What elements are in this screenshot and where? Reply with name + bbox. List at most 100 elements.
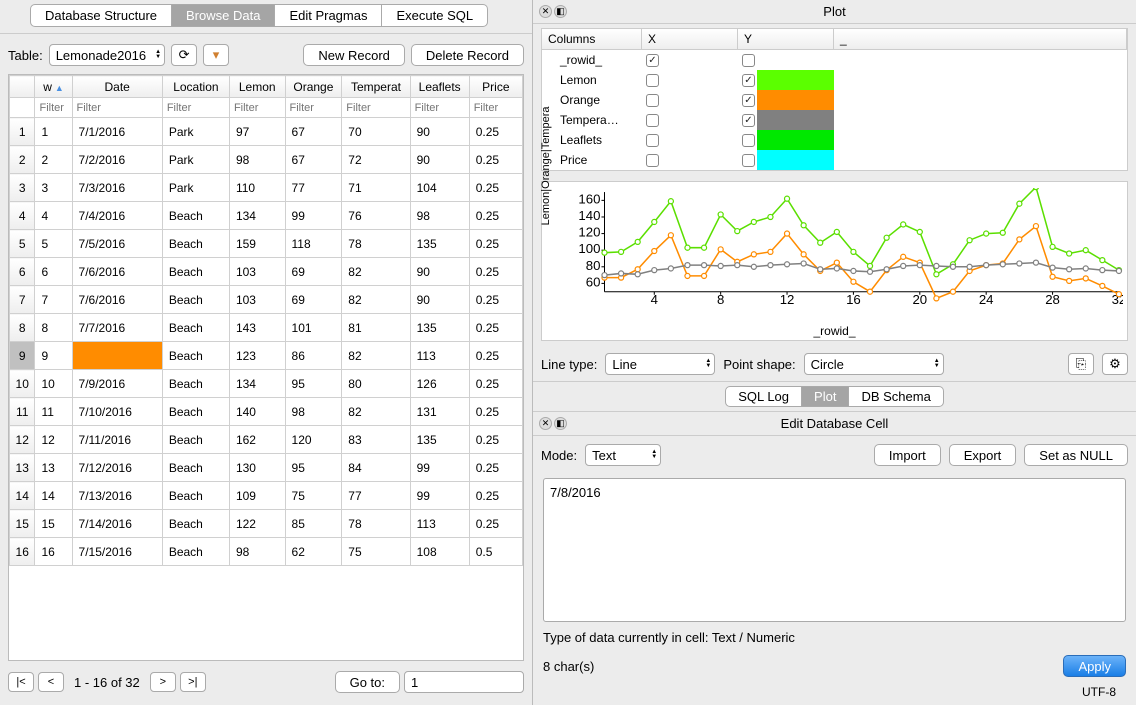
table-cell[interactable]: 7/11/2016 (72, 426, 162, 454)
mode-select[interactable]: Text ▲▼ (585, 444, 661, 466)
table-cell[interactable]: 75 (342, 538, 410, 566)
table-cell[interactable]: 7/9/2016 (72, 370, 162, 398)
table-cell[interactable]: 67 (285, 146, 342, 174)
table-cell[interactable]: 78 (342, 230, 410, 258)
table-cell[interactable]: 90 (410, 118, 469, 146)
column-header[interactable]: Lemon (229, 76, 285, 98)
table-cell[interactable]: 126 (410, 370, 469, 398)
table-cell[interactable]: 7/10/2016 (72, 398, 162, 426)
panel-close-icon[interactable]: ✕ (539, 5, 552, 18)
table-cell[interactable]: 97 (229, 118, 285, 146)
table-cell[interactable]: 75 (285, 482, 342, 510)
filter-input[interactable] (73, 100, 162, 116)
table-cell[interactable]: 108 (410, 538, 469, 566)
table-cell[interactable]: 0.25 (469, 286, 522, 314)
table-row[interactable]: 777/6/2016Beach1036982900.25 (10, 286, 523, 314)
table-cell[interactable]: 82 (342, 342, 410, 370)
table-cell[interactable]: Beach (162, 314, 229, 342)
table-row[interactable]: 13137/12/2016Beach1309584990.25 (10, 454, 523, 482)
filter-input[interactable] (163, 100, 229, 116)
table-cell[interactable]: 84 (342, 454, 410, 482)
color-swatch[interactable] (757, 130, 834, 150)
table-cell[interactable]: 76 (342, 202, 410, 230)
subtab-plot[interactable]: Plot (802, 386, 849, 407)
table-cell[interactable]: 104 (410, 174, 469, 202)
x-checkbox[interactable] (646, 94, 659, 107)
filter-input[interactable] (35, 100, 71, 116)
filter-input[interactable] (230, 100, 285, 116)
panel-detach-icon[interactable]: ◧ (554, 5, 567, 18)
table-cell[interactable]: 0.25 (469, 426, 522, 454)
table-cell[interactable]: 83 (342, 426, 410, 454)
color-swatch[interactable] (757, 70, 834, 90)
table-cell[interactable]: 95 (285, 370, 342, 398)
table-cell[interactable]: Beach (162, 482, 229, 510)
filter-input[interactable] (470, 100, 522, 116)
table-cell[interactable]: 0.25 (469, 510, 522, 538)
table-cell[interactable]: 103 (229, 286, 285, 314)
table-cell[interactable]: 98 (229, 146, 285, 174)
table-cell[interactable]: 78 (342, 510, 410, 538)
table-cell[interactable]: 7/7/2016 (72, 314, 162, 342)
table-cell[interactable]: 134 (229, 370, 285, 398)
nav-next-button[interactable]: > (150, 672, 176, 692)
goto-button[interactable]: Go to: (335, 671, 400, 693)
table-cell[interactable]: 7/4/2016 (72, 202, 162, 230)
table-cell[interactable]: 62 (285, 538, 342, 566)
table-cell[interactable]: 86 (285, 342, 342, 370)
delete-record-button[interactable]: Delete Record (411, 44, 524, 66)
subtab-db-schema[interactable]: DB Schema (849, 386, 943, 407)
table-cell[interactable] (72, 342, 162, 370)
table-cell[interactable]: 109 (229, 482, 285, 510)
table-cell[interactable]: 0.25 (469, 230, 522, 258)
table-cell[interactable]: Beach (162, 510, 229, 538)
table-cell[interactable]: 143 (229, 314, 285, 342)
table-cell[interactable]: 95 (285, 454, 342, 482)
table-cell[interactable]: 98 (229, 538, 285, 566)
table-cell[interactable]: 7/5/2016 (72, 230, 162, 258)
table-cell[interactable]: 99 (410, 482, 469, 510)
tab-database-structure[interactable]: Database Structure (30, 4, 172, 27)
table-cell[interactable]: Park (162, 174, 229, 202)
table-cell[interactable]: 70 (342, 118, 410, 146)
table-cell[interactable]: 15 (35, 510, 72, 538)
table-cell[interactable]: 82 (342, 398, 410, 426)
filter-input[interactable] (342, 100, 409, 116)
table-cell[interactable]: 6 (35, 258, 72, 286)
table-cell[interactable]: 131 (410, 398, 469, 426)
y-checkbox[interactable] (742, 74, 755, 87)
table-cell[interactable]: 0.25 (469, 482, 522, 510)
table-cell[interactable]: 99 (285, 202, 342, 230)
table-cell[interactable]: 90 (410, 286, 469, 314)
table-cell[interactable]: 0.25 (469, 454, 522, 482)
column-header[interactable]: Leaflets (410, 76, 469, 98)
table-cell[interactable]: Beach (162, 538, 229, 566)
table-cell[interactable]: 81 (342, 314, 410, 342)
x-checkbox[interactable] (646, 154, 659, 167)
table-cell[interactable]: 90 (410, 146, 469, 174)
table-cell[interactable]: 162 (229, 426, 285, 454)
filter-input[interactable] (286, 100, 342, 116)
table-cell[interactable]: 82 (342, 258, 410, 286)
table-cell[interactable]: 0.5 (469, 538, 522, 566)
table-cell[interactable]: 135 (410, 314, 469, 342)
table-cell[interactable]: 98 (285, 398, 342, 426)
table-row[interactable]: 117/1/2016Park976770900.25 (10, 118, 523, 146)
table-cell[interactable]: 140 (229, 398, 285, 426)
table-cell[interactable]: 113 (410, 510, 469, 538)
copy-chart-button[interactable]: ⎘ (1068, 353, 1094, 375)
table-cell[interactable]: 7/3/2016 (72, 174, 162, 202)
x-checkbox[interactable] (646, 134, 659, 147)
column-header[interactable]: w (35, 76, 72, 98)
x-checkbox[interactable] (646, 114, 659, 127)
color-swatch[interactable] (757, 90, 834, 110)
table-cell[interactable]: 69 (285, 258, 342, 286)
table-cell[interactable]: 72 (342, 146, 410, 174)
refresh-button[interactable]: ⟳ (171, 44, 197, 66)
data-grid[interactable]: wDateLocationLemonOrangeTemperatLeaflets… (9, 75, 523, 566)
table-row[interactable]: 11117/10/2016Beach14098821310.25 (10, 398, 523, 426)
column-header[interactable]: Price (469, 76, 522, 98)
table-cell[interactable]: 7/12/2016 (72, 454, 162, 482)
tab-edit-pragmas[interactable]: Edit Pragmas (275, 4, 382, 27)
tab-browse-data[interactable]: Browse Data (172, 4, 275, 27)
